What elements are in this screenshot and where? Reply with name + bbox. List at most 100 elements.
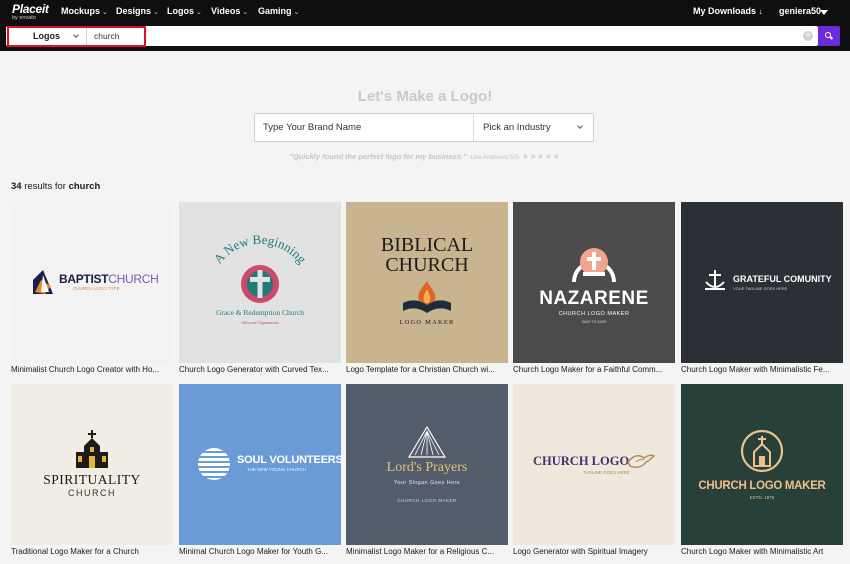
- page-title: Let's Make a Logo!: [357, 88, 493, 105]
- logo-line-1: BAPTIST: [59, 272, 109, 286]
- nav-item-label: Logos: [167, 6, 194, 16]
- template-card[interactable]: BIBLICAL CHURCH LOGO MAKER Logo Template…: [346, 202, 508, 378]
- template-card[interactable]: GRATEFUL COMUNITY YOUR TAGLINE GOES HERE…: [681, 202, 843, 378]
- my-downloads-label: My Downloads: [693, 6, 757, 16]
- logo-line-2: CHURCH: [385, 254, 469, 276]
- template-title[interactable]: Minimalist Church Logo Creator with Ho..…: [11, 365, 173, 374]
- logo-line-1: CHURCH LOGO MAKER: [698, 480, 826, 492]
- curved-title-text: A New Beginning: [210, 232, 310, 303]
- logo-line-2: Your Slogan Goes Here: [393, 480, 461, 486]
- logo-text: Placeit: [12, 2, 49, 16]
- template-title[interactable]: Logo Template for a Christian Church wi.…: [346, 365, 508, 374]
- template-card[interactable]: A New Beginning Grace & Redemption Churc…: [179, 202, 341, 378]
- template-title[interactable]: Traditional Logo Maker for a Church: [11, 547, 173, 556]
- template-thumbnail[interactable]: Lord's Prayers Your Slogan Goes Here CHU…: [346, 384, 508, 545]
- nav-item-label: Videos: [211, 6, 241, 16]
- template-thumbnail[interactable]: SPIRITUALITY CHURCH: [11, 384, 173, 545]
- logo-line-2: CHURCH: [68, 488, 116, 498]
- results-summary: 34 results for church: [11, 181, 100, 192]
- template-title[interactable]: Minimal Church Logo Maker for Youth G...: [179, 547, 341, 556]
- logo-line-1-text: GRATEFUL COMUNITY: [733, 274, 832, 284]
- anchor-cross-icon: [705, 270, 725, 290]
- chevron-down-icon: ⌄: [102, 9, 108, 16]
- template-thumbnail[interactable]: GRATEFUL COMUNITY YOUR TAGLINE GOES HERE: [681, 202, 843, 363]
- church-logo-icon: [33, 270, 53, 294]
- nav-item-label: Mockups: [61, 6, 101, 16]
- template-card[interactable]: CHURCH LOGO TAGLINE GOES HERE Logo Gener…: [513, 384, 675, 560]
- logo-line-1: GRATEFUL COMUNITY: [733, 274, 832, 284]
- divider: [86, 28, 87, 45]
- striped-sphere-icon: [198, 448, 230, 480]
- testimonial-quote: "Quickly found the perfect logo for my b…: [289, 152, 467, 161]
- brand-name-input[interactable]: Type Your Brand Name: [263, 114, 468, 141]
- logo-line-3: LOGO MAKER: [399, 319, 455, 326]
- rating-stars-icon: ★★★★★: [521, 152, 561, 161]
- industry-select[interactable]: Pick an Industry: [483, 114, 573, 141]
- chevron-down-icon: ⌄: [242, 9, 249, 16]
- logo-line-2: THE NEW YOUNG CHURCH: [247, 467, 307, 472]
- template-card[interactable]: SOUL VOLUNTEERS THE NEW YOUNG CHURCH Min…: [179, 384, 341, 560]
- logo-subtext: by envato: [12, 15, 36, 21]
- logo-line-2: YOUR TAGLINE GOES HERE: [733, 286, 788, 291]
- template-title[interactable]: Logo Generator with Spiritual Imagery: [513, 547, 675, 556]
- svg-text:A New Beginning: A New Beginning: [210, 232, 310, 267]
- nav-item-designs[interactable]: Designs ⌄: [116, 6, 159, 16]
- chevron-down-icon: ⌄: [153, 9, 159, 16]
- username: geniera50: [779, 6, 822, 16]
- template-title[interactable]: Church Logo Generator with Curved Tex...: [179, 365, 341, 374]
- caret-down-icon[interactable]: [820, 10, 828, 15]
- template-card[interactable]: Lord's Prayers Your Slogan Goes Here CHU…: [346, 384, 508, 560]
- template-thumbnail[interactable]: BIBLICAL CHURCH LOGO MAKER: [346, 202, 508, 363]
- nav-item-videos[interactable]: Videos ⌄: [211, 6, 248, 16]
- logo-line-1: Grace & Redemption Church: [215, 308, 305, 317]
- search-input[interactable]: [94, 27, 794, 45]
- clear-icon[interactable]: ✕: [803, 31, 813, 41]
- nav-item-label: Gaming: [258, 6, 292, 16]
- template-thumbnail[interactable]: CHURCH LOGO MAKER ESTD. 1975: [681, 384, 843, 545]
- results-count: 34: [11, 181, 22, 192]
- template-title[interactable]: Minimalist Logo Maker for a Religious C.…: [346, 547, 508, 556]
- logo-line-2: ESTD. 1975: [749, 495, 775, 500]
- search-button[interactable]: [818, 26, 840, 46]
- testimonial-author: Lee Andrews 5/5: [470, 154, 519, 161]
- testimonial: "Quickly found the perfect logo for my b…: [0, 152, 850, 161]
- chevron-down-icon: ⌄: [293, 9, 300, 16]
- logo-line-2: Advocate Organization: [241, 320, 279, 325]
- nav-item-mockups[interactable]: Mockups ⌄: [61, 6, 108, 16]
- arc-text: A New Beginning: [210, 232, 310, 267]
- nav-item-label: Designs: [116, 6, 152, 16]
- template-card[interactable]: CHURCH LOGO MAKER ESTD. 1975 Church Logo…: [681, 384, 843, 560]
- logo-line-1: BIBLICAL: [380, 234, 474, 256]
- results-label: results for: [24, 181, 66, 192]
- nav-item-logos[interactable]: Logos ⌄: [167, 6, 202, 16]
- template-thumbnail[interactable]: CHURCH LOGO TAGLINE GOES HERE: [513, 384, 675, 545]
- open-bible-flame-icon: [403, 281, 451, 313]
- chevron-down-icon: ⌄: [196, 9, 202, 16]
- template-thumbnail[interactable]: NAZARENE CHURCH LOGO MAKER SAVE TO SAVE: [513, 202, 675, 363]
- template-thumbnail[interactable]: A New Beginning Grace & Redemption Churc…: [179, 202, 341, 363]
- logo-tagline: CHURCH LOGO TYPE: [73, 286, 120, 291]
- template-card[interactable]: BAPTISTCHURCH CHURCH LOGO TYPE Minimalis…: [11, 202, 173, 378]
- logo-line-1: SPIRITUALITY: [43, 472, 141, 487]
- results-term: church: [68, 181, 101, 192]
- template-thumbnail[interactable]: BAPTISTCHURCH CHURCH LOGO TYPE: [11, 202, 173, 363]
- template-title[interactable]: Church Logo Maker with Minimalistic Fe..…: [681, 365, 843, 374]
- logo-line-1: NAZARENE: [539, 288, 649, 309]
- template-thumbnail[interactable]: SOUL VOLUNTEERS THE NEW YOUNG CHURCH: [179, 384, 341, 545]
- logo-line-2: CHURCH LOGO MAKER: [558, 311, 630, 317]
- template-title[interactable]: Church Logo Maker for a Faithful Comm...: [513, 365, 675, 374]
- nav-item-gaming[interactable]: Gaming ⌄: [258, 6, 299, 16]
- logo-line-3: SAVE TO SAVE: [581, 320, 607, 324]
- top-navigation-bar: Placeit by envato Mockups ⌄ Designs ⌄ Logo…: [0, 0, 850, 26]
- my-downloads-link[interactable]: My Downloads ↓: [693, 6, 763, 16]
- placeit-logo[interactable]: Placeit by envato: [12, 2, 52, 24]
- triangle-rays-icon: [407, 425, 447, 458]
- logo-line-3: CHURCH LOGO MAKER: [397, 498, 457, 503]
- user-menu[interactable]: geniera50: [779, 6, 821, 16]
- template-card[interactable]: NAZARENE CHURCH LOGO MAKER SAVE TO SAVE …: [513, 202, 675, 378]
- logo-line-1: SOUL VOLUNTEERS: [237, 454, 341, 466]
- template-title[interactable]: Church Logo Maker with Minimalistic Art: [681, 547, 843, 556]
- search-icon-handle: [829, 36, 834, 40]
- template-card[interactable]: SPIRITUALITY CHURCH Traditional Logo Mak…: [11, 384, 173, 560]
- download-icon: ↓: [758, 7, 763, 16]
